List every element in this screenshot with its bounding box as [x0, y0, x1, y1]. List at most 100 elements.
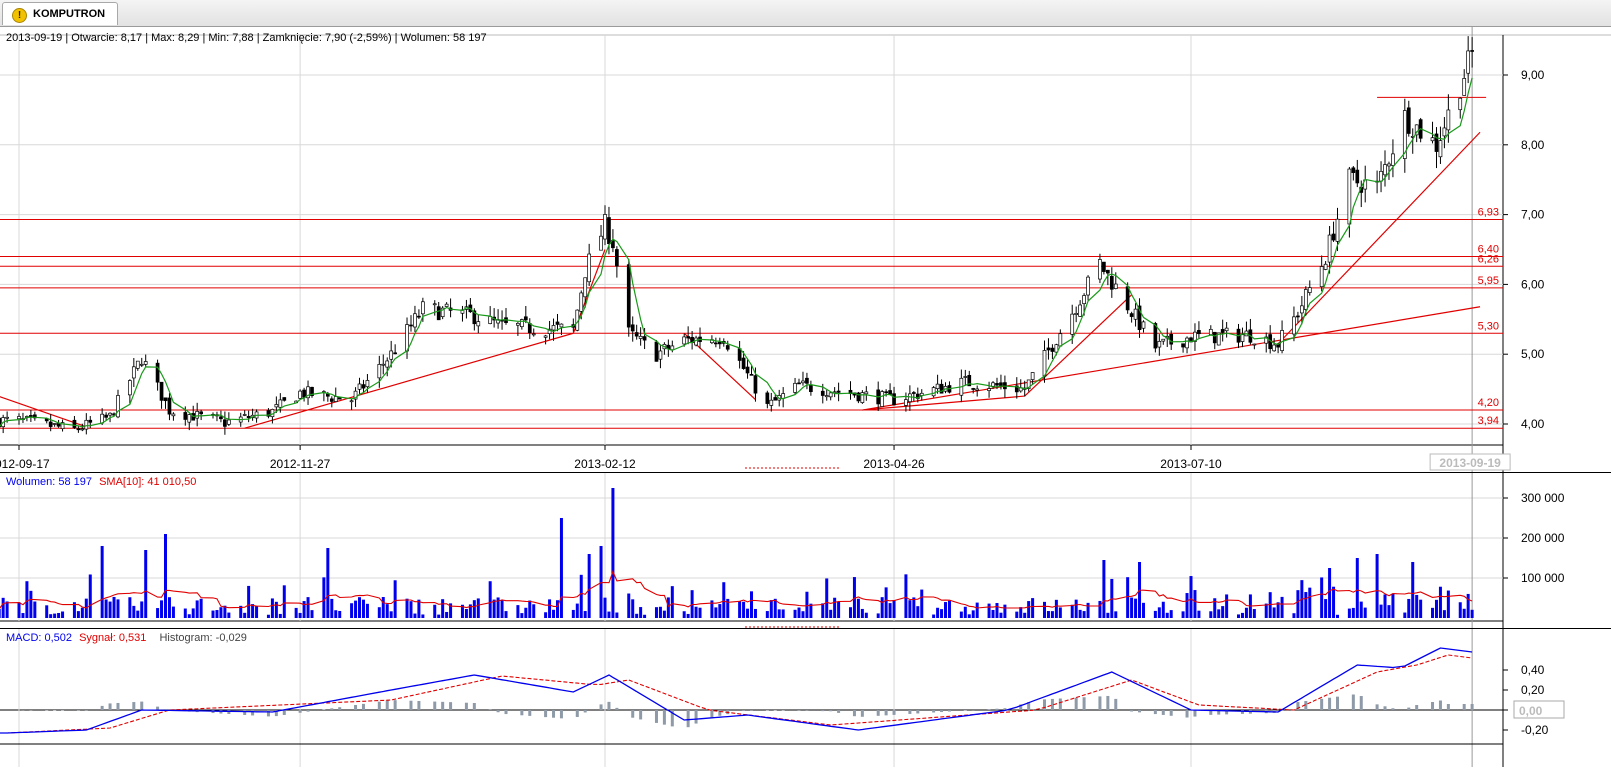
candle-body[interactable]: [445, 304, 448, 306]
price-chart[interactable]: 4,005,006,007,008,009,002012-09-172012-1…: [0, 27, 1611, 472]
candle-body[interactable]: [524, 317, 527, 320]
volume-bar[interactable]: [501, 600, 504, 618]
volume-bar[interactable]: [1273, 607, 1276, 618]
volume-bar[interactable]: [366, 604, 369, 618]
volume-bar[interactable]: [81, 608, 84, 618]
candle-body[interactable]: [156, 363, 159, 382]
volume-bar[interactable]: [936, 608, 939, 618]
volume-bar[interactable]: [441, 599, 444, 618]
volume-bar[interactable]: [1356, 558, 1359, 618]
volume-bar[interactable]: [1320, 577, 1323, 618]
candle-body[interactable]: [334, 397, 337, 402]
candle-body[interactable]: [223, 420, 226, 427]
volume-bar[interactable]: [1197, 611, 1200, 618]
volume-bar[interactable]: [659, 607, 662, 618]
candle-body[interactable]: [1328, 235, 1331, 262]
volume-bar[interactable]: [588, 554, 591, 618]
candle-body[interactable]: [184, 412, 187, 419]
volume-bar[interactable]: [1134, 599, 1137, 618]
candle-body[interactable]: [132, 367, 135, 378]
candle-body[interactable]: [1051, 348, 1054, 351]
volume-bar[interactable]: [912, 597, 915, 618]
volume-bar[interactable]: [1387, 605, 1390, 618]
volume-bar[interactable]: [45, 605, 48, 618]
candle-body[interactable]: [85, 420, 88, 429]
candle-body[interactable]: [1407, 108, 1410, 134]
candle-body[interactable]: [600, 236, 603, 250]
volume-bar[interactable]: [829, 610, 832, 618]
volume-bar[interactable]: [805, 592, 808, 618]
candle-body[interactable]: [1213, 332, 1216, 343]
volume-bar[interactable]: [271, 598, 274, 618]
candle-body[interactable]: [560, 324, 563, 327]
volume-bar[interactable]: [1237, 614, 1240, 618]
candle-body[interactable]: [1186, 338, 1189, 348]
volume-panel[interactable]: Wolumen: 58 197 SMA[10]: 41 010,50 100 0…: [0, 472, 1611, 629]
candle-body[interactable]: [200, 412, 203, 414]
volume-bar[interactable]: [988, 604, 991, 618]
volume-bar[interactable]: [116, 599, 119, 618]
candle-body[interactable]: [1241, 335, 1244, 342]
volume-bar[interactable]: [1352, 608, 1355, 618]
volume-bar[interactable]: [1055, 600, 1058, 618]
candle-body[interactable]: [1031, 372, 1034, 379]
volume-bar[interactable]: [861, 609, 864, 618]
candle-body[interactable]: [1459, 98, 1462, 109]
candle-body[interactable]: [1384, 165, 1387, 175]
candle-body[interactable]: [1162, 339, 1165, 341]
candle-body[interactable]: [801, 381, 804, 383]
volume-bar[interactable]: [1075, 600, 1078, 618]
volume-bar[interactable]: [718, 604, 721, 618]
candle-body[interactable]: [659, 351, 662, 359]
volume-bar[interactable]: [794, 610, 797, 618]
candle-body[interactable]: [1324, 264, 1327, 269]
candle-body[interactable]: [358, 384, 361, 389]
volume-bar[interactable]: [667, 597, 670, 618]
candle-body[interactable]: [406, 325, 409, 351]
volume-bar[interactable]: [33, 601, 36, 618]
volume-bar[interactable]: [445, 612, 448, 618]
candle-body[interactable]: [1308, 288, 1311, 293]
volume-bar[interactable]: [1106, 613, 1109, 618]
volume-bar[interactable]: [1447, 591, 1450, 618]
volume-bar[interactable]: [140, 601, 143, 618]
price-panel[interactable]: 2013-09-19 | Otwarcie: 8,17 | Max: 8,29 …: [0, 27, 1611, 472]
candle-body[interactable]: [988, 389, 991, 391]
candle-body[interactable]: [128, 381, 131, 395]
volume-bar[interactable]: [877, 613, 880, 618]
candle-body[interactable]: [299, 391, 302, 398]
volume-bar[interactable]: [215, 610, 218, 618]
candle-body[interactable]: [49, 422, 52, 427]
volume-bar[interactable]: [109, 602, 112, 618]
volume-bar[interactable]: [1415, 595, 1418, 618]
volume-bar[interactable]: [505, 611, 508, 618]
candle-body[interactable]: [995, 383, 998, 385]
volume-bar[interactable]: [778, 609, 781, 618]
candle-body[interactable]: [144, 362, 147, 365]
volume-bar[interactable]: [251, 604, 254, 618]
volume-bar[interactable]: [516, 605, 519, 618]
volume-bar[interactable]: [21, 613, 24, 618]
candle-body[interactable]: [552, 325, 555, 330]
volume-bar[interactable]: [18, 602, 21, 618]
candle-body[interactable]: [528, 324, 531, 333]
candle-body[interactable]: [556, 322, 559, 324]
volume-bar[interactable]: [1407, 599, 1410, 618]
volume-bar[interactable]: [493, 600, 496, 618]
volume-bar[interactable]: [1463, 609, 1466, 618]
volume-bar[interactable]: [338, 611, 341, 618]
volume-bar[interactable]: [473, 600, 476, 618]
volume-bar[interactable]: [1360, 602, 1363, 618]
volume-bar[interactable]: [627, 594, 630, 618]
volume-bar[interactable]: [113, 597, 116, 618]
candle-body[interactable]: [861, 393, 864, 403]
volume-bar[interactable]: [968, 614, 971, 618]
volume-bar[interactable]: [1031, 598, 1034, 618]
volume-bar[interactable]: [136, 611, 139, 618]
volume-bar[interactable]: [101, 546, 104, 618]
volume-bar[interactable]: [172, 607, 175, 618]
volume-bar[interactable]: [908, 600, 911, 618]
volume-bar[interactable]: [714, 607, 717, 618]
candle-body[interactable]: [805, 378, 808, 383]
candle-body[interactable]: [627, 265, 630, 327]
